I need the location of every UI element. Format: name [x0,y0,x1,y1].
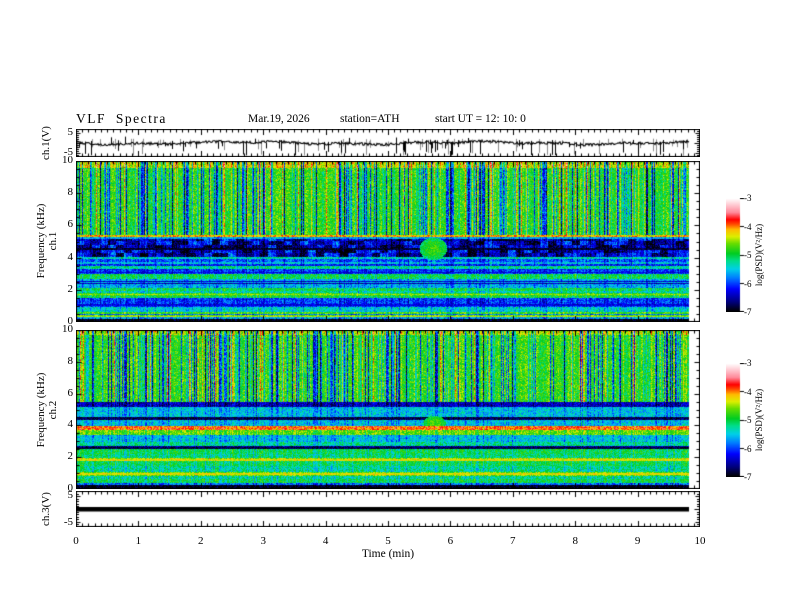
time-axis-label: Time (min) [361,548,415,560]
colorbar-tick-label: -5 [744,415,752,425]
colorbar-ch2 [726,363,746,477]
y-tick-label: 4 [67,251,74,263]
y-tick-label: 2 [67,283,74,295]
y-tick-label: 6 [67,387,74,399]
ch1-waveform-panel [76,129,700,157]
x-tick-label: 10 [694,535,706,547]
header-station: station=ATH [340,113,400,125]
colorbar-tick-label: -4 [744,221,752,232]
colorbar-tick-label: -3 [744,193,752,203]
y-tick-label: 5 [67,126,74,138]
ch1-spectrogram-panel [76,161,700,322]
header-date: Mar.19, 2026 [248,113,310,125]
ch3-voltage-axis-label: ch.3(V) [40,492,52,526]
x-tick-label: 5 [385,535,391,547]
x-tick-label: 2 [198,535,204,547]
colorbar-tick-label: -6 [744,443,752,454]
y-tick-label: 2 [67,450,74,462]
y-tick-label: -5 [63,516,73,528]
x-tick-label: 4 [322,535,329,547]
vlf-spectra-figure: VLF Spectra Mar.19, 2026 station=ATH sta… [0,0,792,612]
y-tick-label: 4 [67,418,74,430]
ch2-spectrogram-panel [76,330,700,489]
colorbar-tick-label: -4 [744,386,752,397]
y-tick-label: 10 [62,154,73,166]
colorbar-ch1 [726,198,746,312]
colorbar-tick-label: -3 [744,358,752,368]
colorbar-tick-label: -7 [744,472,752,482]
y-tick-label: 8 [67,355,74,367]
y-tick-label: 5 [67,489,74,501]
figure-title: VLF Spectra [76,111,167,126]
x-tick-label: 6 [447,535,454,547]
x-tick-label: 8 [572,535,578,547]
colorbar-tick-label: -6 [744,278,752,289]
y-tick-label: 6 [67,218,74,230]
y-tick-label: 8 [67,186,74,198]
colorbar-tick-label: -7 [744,307,752,317]
x-tick-label: 7 [510,535,516,547]
x-tick-label: 9 [634,535,641,547]
ch3-waveform-panel [76,491,700,527]
x-tick-label: 0 [73,535,79,547]
header-start-ut: start UT = 12: 10: 0 [435,113,526,125]
y-tick-label: 10 [62,323,73,335]
x-tick-label: 3 [260,535,266,547]
colorbar-tick-label: -5 [744,250,752,260]
x-tick-label: 1 [135,535,142,547]
